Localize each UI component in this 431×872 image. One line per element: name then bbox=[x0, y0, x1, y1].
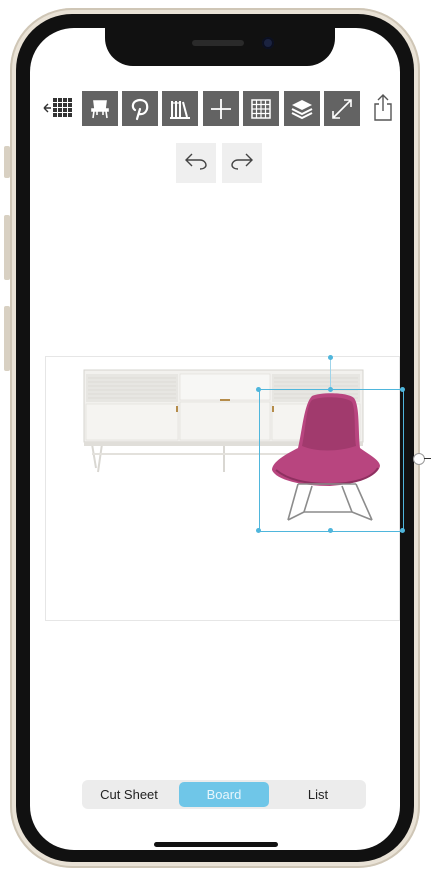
segment-board[interactable]: Board bbox=[179, 782, 269, 807]
resize-handle-top-right[interactable] bbox=[400, 387, 405, 392]
rotation-line bbox=[330, 358, 331, 389]
share-icon[interactable] bbox=[370, 92, 396, 124]
undo-button[interactable] bbox=[176, 143, 216, 183]
grid-icon[interactable] bbox=[243, 91, 279, 126]
library-icon[interactable] bbox=[162, 91, 198, 126]
resize-handle-bottom-left[interactable] bbox=[256, 528, 261, 533]
resize-handle-bottom-right[interactable] bbox=[400, 528, 405, 533]
rotation-handle[interactable] bbox=[328, 355, 333, 360]
speaker bbox=[192, 40, 244, 46]
mute-switch bbox=[4, 146, 10, 178]
board-edge-line bbox=[424, 458, 431, 459]
resize-handle-top-left[interactable] bbox=[256, 387, 261, 392]
chair-image[interactable] bbox=[268, 392, 386, 528]
front-camera bbox=[262, 37, 274, 49]
chair-icon[interactable] bbox=[82, 91, 118, 126]
layers-icon[interactable] bbox=[284, 91, 320, 126]
pinterest-icon[interactable] bbox=[122, 91, 158, 126]
home-indicator bbox=[154, 842, 278, 847]
segment-cut-sheet[interactable]: Cut Sheet bbox=[86, 782, 172, 807]
expand-icon[interactable] bbox=[324, 91, 360, 126]
volume-down-button bbox=[4, 306, 10, 371]
plus-icon[interactable] bbox=[203, 91, 239, 126]
resize-handle-bottom[interactable] bbox=[328, 528, 333, 533]
volume-up-button bbox=[4, 215, 10, 280]
grid-back-icon[interactable] bbox=[42, 94, 76, 122]
redo-button[interactable] bbox=[222, 143, 262, 183]
undo-icon bbox=[183, 150, 209, 177]
redo-icon bbox=[229, 150, 255, 177]
segment-list[interactable]: List bbox=[273, 782, 363, 807]
board-edge-handle[interactable] bbox=[413, 453, 425, 465]
